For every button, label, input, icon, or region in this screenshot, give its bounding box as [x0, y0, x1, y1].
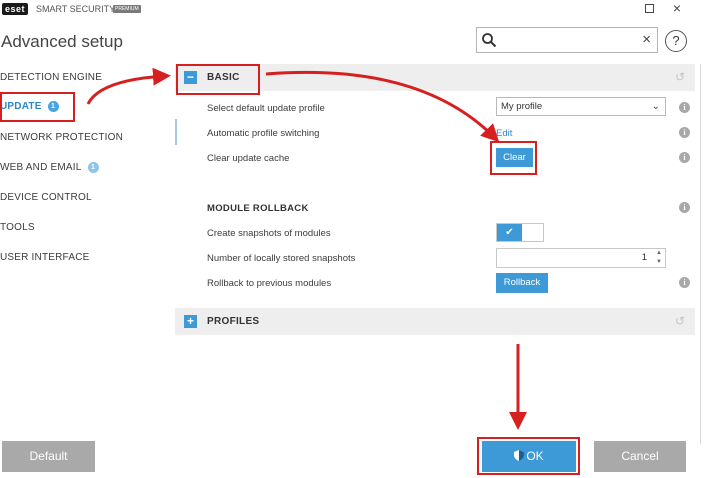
sidebar-item-device-control[interactable]: DEVICE CONTROL: [0, 192, 92, 203]
setting-label: Automatic profile switching: [207, 128, 320, 139]
setting-label: Clear update cache: [207, 153, 290, 164]
sidebar-item-detection-engine[interactable]: DETECTION ENGINE: [0, 72, 102, 83]
search-box[interactable]: ×: [476, 27, 658, 53]
highlight-clear: [490, 141, 537, 175]
sidebar-item-tools[interactable]: TOOLS: [0, 222, 35, 233]
page-title: Advanced setup: [1, 32, 123, 51]
scroll-divider: [700, 64, 701, 444]
stepper-arrows-icon[interactable]: ▲ ▼: [656, 249, 662, 267]
section-title: PROFILES: [207, 316, 260, 327]
sidebar-item-label: TOOLS: [0, 222, 35, 233]
reset-icon[interactable]: ↺: [675, 70, 685, 84]
sidebar-item-label: NETWORK PROTECTION: [0, 132, 124, 143]
expand-icon[interactable]: +: [184, 315, 197, 328]
minimize-icon: [644, 4, 654, 13]
eset-logo: eset: [2, 3, 29, 15]
stepper-value: 1: [641, 252, 647, 263]
help-button[interactable]: ?: [665, 30, 687, 52]
setting-label: Select default update profile: [207, 103, 325, 114]
close-window-button[interactable]: ×: [666, 0, 688, 18]
snapshots-count-stepper[interactable]: 1 ▲ ▼: [496, 248, 666, 268]
highlight-ok: [477, 437, 580, 475]
info-icon[interactable]: i: [679, 127, 690, 138]
search-icon: [482, 33, 497, 48]
clear-search-button[interactable]: ×: [642, 30, 651, 50]
snapshots-toggle[interactable]: ✔: [496, 223, 544, 242]
info-icon[interactable]: i: [679, 152, 690, 163]
reset-icon[interactable]: ↺: [675, 314, 685, 328]
sidebar-item-user-interface[interactable]: USER INTERFACE: [0, 252, 89, 263]
info-icon[interactable]: i: [679, 202, 690, 213]
cancel-button[interactable]: Cancel: [594, 441, 686, 472]
update-profile-select[interactable]: My profile ⌄: [496, 97, 666, 116]
sidebar-item-network-protection[interactable]: NETWORK PROTECTION: [0, 132, 123, 143]
close-icon: ×: [672, 0, 682, 16]
sidebar-item-label: DEVICE CONTROL: [0, 192, 92, 203]
highlight-update: [0, 92, 75, 122]
setting-label: Create snapshots of modules: [207, 228, 331, 239]
chevron-down-icon: ⌄: [651, 101, 660, 112]
section-header-profiles[interactable]: + PROFILES ↺: [175, 308, 695, 335]
rollback-button[interactable]: Rollback: [496, 273, 548, 293]
sidebar-item-web-and-email[interactable]: WEB AND EMAIL 1: [0, 162, 99, 173]
sidebar-item-label: DETECTION ENGINE: [0, 72, 103, 83]
minimize-button[interactable]: [638, 0, 660, 18]
setting-label: Rollback to previous modules: [207, 278, 332, 289]
product-name: SMART SECURITY: [36, 4, 116, 14]
module-rollback-heading: MODULE ROLLBACK: [207, 203, 309, 214]
setting-label: Number of locally stored snapshots: [207, 253, 356, 264]
edit-link[interactable]: Edit: [496, 128, 512, 139]
select-value: My profile: [501, 101, 543, 112]
edition-badge: PREMIUM: [113, 5, 141, 13]
info-icon[interactable]: i: [679, 102, 690, 113]
sidebar-item-label: USER INTERFACE: [0, 252, 90, 263]
sidebar-item-label: WEB AND EMAIL: [0, 162, 82, 173]
checkmark-icon: ✔: [497, 224, 522, 241]
default-button[interactable]: Default: [2, 441, 95, 472]
row-marker: [175, 119, 177, 145]
highlight-basic: [176, 64, 260, 95]
search-input[interactable]: [497, 31, 637, 49]
notification-badge: 1: [87, 162, 99, 173]
settings-panel: − BASIC ↺ Select default update profile …: [175, 64, 701, 444]
info-icon[interactable]: i: [679, 277, 690, 288]
